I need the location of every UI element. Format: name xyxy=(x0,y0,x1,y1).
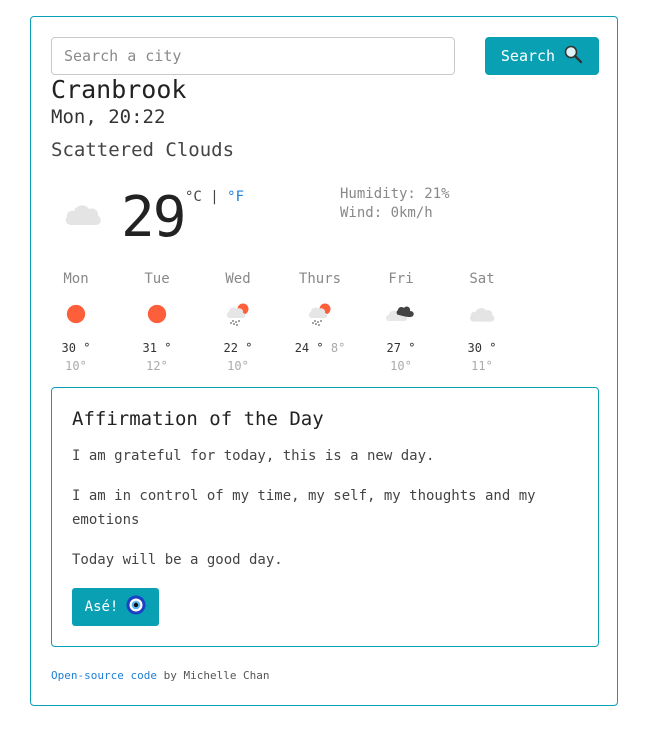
affirmation-line: I am in control of my time, my self, my … xyxy=(72,488,536,528)
evil-eye-icon xyxy=(126,595,146,619)
search-button-label: Search xyxy=(500,47,556,65)
forecast-high: 24 ° xyxy=(294,341,324,355)
affirmation-title: Affirmation of the Day xyxy=(72,408,324,430)
rain-sun-icon xyxy=(293,299,347,329)
search-button[interactable]: Search xyxy=(485,37,599,75)
forecast-high: 30 ° xyxy=(467,341,497,355)
forecast-high: 22 ° xyxy=(223,341,253,355)
unit-toggle: °C | °F xyxy=(185,189,244,205)
forecast-day: Thurs 24 ° 8° xyxy=(293,271,347,355)
forecast-temps: 24 ° 8° xyxy=(293,341,347,355)
forecast-day-name: Mon xyxy=(63,271,89,287)
cloud-icon xyxy=(455,299,509,329)
forecast-day: Mon 30 ° 10° xyxy=(49,271,103,373)
source-code-link[interactable]: Open-source code xyxy=(51,669,157,682)
forecast-high: 31 ° xyxy=(142,341,172,355)
sun-icon xyxy=(49,299,103,329)
forecast-low: 10° xyxy=(65,359,87,373)
search-input[interactable] xyxy=(51,37,455,75)
forecast-day: Fri 27 ° 10° xyxy=(374,271,428,373)
affirmation-card: Affirmation of the Day I am grateful for… xyxy=(51,387,599,647)
unit-separator: | xyxy=(210,189,219,205)
forecast-day-name: Thurs xyxy=(298,271,342,287)
city-name: Cranbrook xyxy=(51,75,187,104)
forecast-low: 10° xyxy=(390,359,412,373)
unit-fahrenheit-link[interactable]: °F xyxy=(227,189,244,205)
forecast-high: 30 ° xyxy=(61,341,91,355)
forecast-day: Tue 31 ° 12° xyxy=(130,271,184,373)
forecast-high: 27 ° xyxy=(386,341,416,355)
weather-description: Scattered Clouds xyxy=(51,139,235,161)
affirmation-line: Today will be a good day. xyxy=(72,552,283,568)
weather-stats: Humidity: 21% Wind: 0km/h xyxy=(340,185,450,223)
humidity: Humidity: 21% xyxy=(340,186,450,202)
wind: Wind: 0km/h xyxy=(340,205,433,221)
forecast-day: Sat 30 ° 11° xyxy=(455,271,509,373)
dark-clouds-icon xyxy=(374,299,428,329)
affirmation-line: I am grateful for today, this is a new d… xyxy=(72,448,435,464)
forecast-low: 10° xyxy=(227,359,249,373)
ase-button-label: Asé! xyxy=(84,599,119,615)
forecast-day-name: Wed xyxy=(225,271,251,287)
ase-button[interactable]: Asé! xyxy=(72,588,159,626)
rain-sun-icon xyxy=(211,299,265,329)
current-datetime: Mon, 20:22 xyxy=(51,106,166,128)
weather-app-card: Search Cranbrook Mon, 20:22 Scattered Cl… xyxy=(30,16,618,706)
forecast-day: Wed 22 ° 10° xyxy=(211,271,265,373)
sun-icon xyxy=(130,299,184,329)
unit-celsius[interactable]: °C xyxy=(185,189,202,205)
forecast-low: 8° xyxy=(330,341,346,355)
forecast-day-name: Sat xyxy=(469,271,495,287)
forecast-low: 11° xyxy=(471,359,493,373)
magnifier-icon xyxy=(563,44,583,68)
cloud-icon xyxy=(63,201,103,231)
forecast-day-name: Tue xyxy=(144,271,170,287)
footer: Open-source code by Michelle Chan xyxy=(51,669,270,682)
forecast-day-name: Fri xyxy=(388,271,414,287)
footer-author: by Michelle Chan xyxy=(156,669,270,682)
current-temperature: 29 xyxy=(121,185,186,250)
forecast-low: 12° xyxy=(146,359,168,373)
